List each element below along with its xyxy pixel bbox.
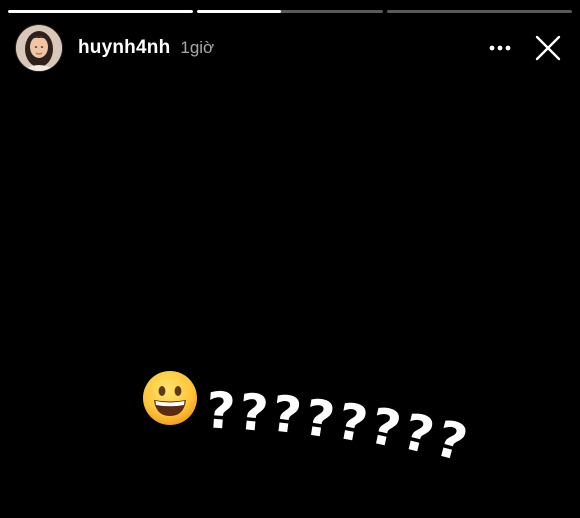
text-sticker: ???????? (142, 370, 482, 480)
sticker-char: ? (204, 381, 238, 441)
sticker-char: ? (236, 382, 271, 444)
story-header: huynh4nh 1giờ (16, 24, 566, 72)
progress-segment (386, 10, 572, 13)
sticker-char: ? (300, 388, 339, 450)
progress-segment (197, 10, 383, 13)
post-time: 1giờ (180, 38, 215, 57)
progress-segment (8, 10, 194, 13)
avatar[interactable] (16, 25, 62, 71)
username[interactable]: huynh4nh (78, 37, 170, 59)
sticker-text: ???????? (204, 381, 486, 476)
story-viewer: huynh4nh 1giờ ? ? ? ? ? ? ? ? (0, 0, 580, 518)
close-icon[interactable] (530, 30, 566, 66)
grinning-face-emoji (142, 370, 198, 426)
sticker-char: ? (333, 391, 373, 455)
sticker-char: ? (365, 396, 406, 460)
story-progress (8, 10, 572, 13)
sticker-char: ? (268, 384, 305, 446)
more-horizontal-icon[interactable] (482, 30, 518, 66)
sticker-char: ? (429, 409, 474, 473)
